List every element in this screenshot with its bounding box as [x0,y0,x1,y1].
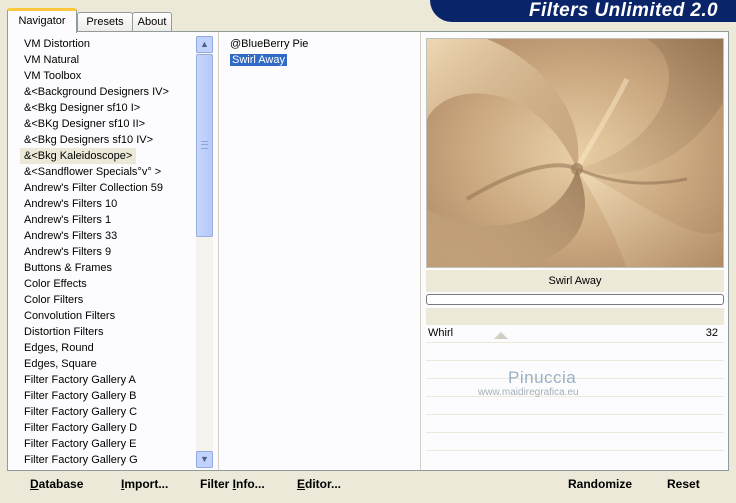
parameter-row[interactable]: Whirl 32 [426,324,724,342]
progress-bar [426,294,724,305]
parameter-row [426,450,724,468]
category-item[interactable]: Color Filters [20,292,195,308]
category-item[interactable]: VM Toolbox [20,68,195,84]
category-item[interactable]: Filter Factory Gallery G [20,452,195,468]
filter-item[interactable]: Swirl Away [228,52,418,68]
category-item[interactable]: &<Sandflower Specials°v° > [20,164,195,180]
category-item[interactable]: &<Background Designers IV> [20,84,195,100]
category-item[interactable]: &<Bkg Designer sf10 I> [20,100,195,116]
database-accel: D [30,477,39,491]
filter-info-label: nfo... [236,477,265,491]
parameter-row [426,414,724,432]
navigator-panel: VM Distortion VM Natural VM Toolbox &<Backg… [7,31,729,471]
category-item[interactable]: Color Effects [20,276,195,292]
slider-knob-icon[interactable] [494,332,508,339]
filter-list[interactable]: @BlueBerry Pie Swirl Away [228,36,418,68]
category-item[interactable]: Andrew's Filter Collection 59 [20,180,195,196]
preview-image [426,38,724,268]
swirl-preview [427,39,723,267]
category-item[interactable]: VM Natural [20,52,195,68]
parameter-value: 32 [705,327,718,339]
category-item[interactable]: Edges, Round [20,340,195,356]
filter-info-button[interactable]: Filter Info... [200,476,265,492]
category-item[interactable]: Distortion Filters [20,324,195,340]
category-item[interactable]: Filter Factory Gallery C [20,404,195,420]
reset-button[interactable]: Reset [667,476,700,492]
parameter-name: Whirl [428,327,454,339]
category-item[interactable]: Filter Factory Gallery B [20,388,195,404]
category-item[interactable]: Andrew's Filters 33 [20,228,195,244]
parameter-strip [426,308,724,324]
category-item[interactable]: Andrew's Filters 10 [20,196,195,212]
editor-accel: E [297,477,306,491]
import-label: mport... [124,477,169,491]
grip-icon [201,141,208,149]
category-item[interactable]: VM Distortion [20,36,195,52]
category-item[interactable]: Filter Factory Gallery A [20,372,195,388]
filter-info-pre: Filter [200,477,233,491]
category-item[interactable]: Buttons & Frames [20,260,195,276]
parameter-row [426,342,724,360]
category-item[interactable]: Andrew's Filters 9 [20,244,195,260]
category-item[interactable]: &<Bkg Kaleidoscope> [20,148,137,164]
import-button[interactable]: Import... [121,476,168,492]
scroll-up-icon[interactable]: ▲ [196,36,213,53]
filter-item-label: Swirl Away [230,54,287,66]
category-item[interactable]: &<BKg Designer sf10 II> [20,116,195,132]
editor-button[interactable]: Editor... [297,476,341,492]
filter-name-label: Swirl Away [426,270,724,292]
tab-navigator[interactable]: Navigator [7,8,77,33]
category-item[interactable]: Filter Factory Gallery E [20,436,195,452]
parameter-row [426,432,724,450]
category-item[interactable]: &<Bkg Designers sf10 IV> [20,132,195,148]
category-scrollbar[interactable]: ▲ ▼ [196,36,213,468]
tab-presets[interactable]: Presets [77,12,133,32]
database-button[interactable]: Database [30,476,83,492]
divider [218,32,219,470]
scroll-down-icon[interactable]: ▼ [196,451,213,468]
scroll-thumb[interactable] [196,54,213,237]
filter-item[interactable]: @BlueBerry Pie [228,36,418,52]
editor-label: ditor... [305,477,342,491]
randomize-button[interactable]: Randomize [568,476,632,492]
category-item[interactable]: Andrew's Filters 1 [20,212,195,228]
app-banner: Filters Unlimited 2.0 [430,0,736,22]
divider [420,32,421,470]
database-label: atabase [38,477,84,491]
filter-item-label: @BlueBerry Pie [230,38,309,50]
category-item[interactable]: Convolution Filters [20,308,195,324]
app-title: Filters Unlimited 2.0 [529,0,718,21]
parameter-row [426,396,724,414]
watermark-url: www.maidiregrafica.eu [478,387,579,398]
category-list[interactable]: VM Distortion VM Natural VM Toolbox &<Backg… [20,36,195,468]
tab-about[interactable]: About [132,12,172,32]
parameter-slider[interactable] [466,325,666,341]
watermark-name: Pinuccia [508,368,577,387]
category-item[interactable]: Edges, Square [20,356,195,372]
category-item[interactable]: Filter Factory Gallery D [20,420,195,436]
